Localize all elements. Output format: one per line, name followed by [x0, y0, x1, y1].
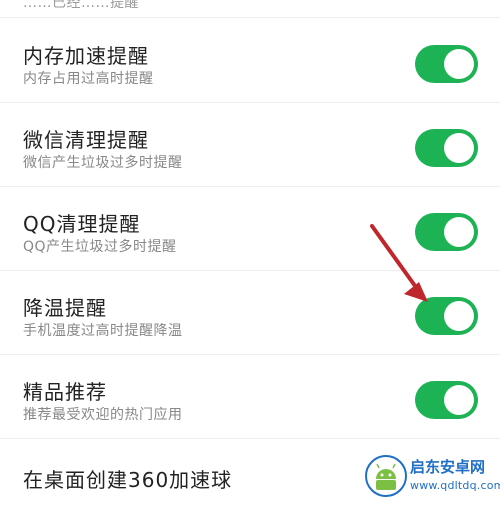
setting-title: 内存加速提醒 [23, 44, 149, 68]
setting-subtitle: 内存占用过高时提醒 [23, 71, 154, 87]
partial-top-subtitle: ……已经……提醒 [23, 0, 139, 11]
toggle-knob [444, 133, 474, 163]
wechat-toggle[interactable] [415, 129, 478, 167]
toggle-knob [444, 385, 474, 415]
setting-subtitle: 推荐最受欢迎的热门应用 [23, 407, 183, 423]
toggle-knob [444, 217, 474, 247]
android-logo-icon [365, 455, 407, 497]
recommend-toggle[interactable] [415, 381, 478, 419]
setting-row-qq[interactable]: QQ清理提醒 QQ产生垃圾过多时提醒 [0, 187, 500, 271]
qq-toggle[interactable] [415, 213, 478, 251]
setting-title: 精品推荐 [23, 380, 107, 404]
setting-subtitle: 微信产生垃圾过多时提醒 [23, 155, 183, 171]
setting-row-cooling[interactable]: 降温提醒 手机温度过高时提醒降温 [0, 271, 500, 355]
memory-toggle[interactable] [415, 45, 478, 83]
toggle-knob [444, 49, 474, 79]
watermark-url: www.qdltdq.com [410, 479, 500, 492]
setting-row-wechat[interactable]: 微信清理提醒 微信产生垃圾过多时提醒 [0, 103, 500, 187]
setting-title: 在桌面创建360加速球 [23, 468, 233, 492]
partial-top-row: ……已经……提醒 [0, 0, 500, 18]
watermark-name: 启东安卓网 [410, 458, 486, 476]
cooling-toggle[interactable] [415, 297, 478, 335]
toggle-knob [444, 301, 474, 331]
setting-row-memory[interactable]: 内存加速提醒 内存占用过高时提醒 [0, 19, 500, 103]
setting-title: QQ清理提醒 [23, 212, 141, 236]
setting-row-recommend[interactable]: 精品推荐 推荐最受欢迎的热门应用 [0, 355, 500, 439]
setting-title: 微信清理提醒 [23, 128, 149, 152]
watermark: 启东安卓网 www.qdltdq.com [362, 450, 500, 501]
setting-title: 降温提醒 [23, 296, 107, 320]
setting-subtitle: 手机温度过高时提醒降温 [23, 323, 183, 339]
setting-subtitle: QQ产生垃圾过多时提醒 [23, 239, 177, 255]
